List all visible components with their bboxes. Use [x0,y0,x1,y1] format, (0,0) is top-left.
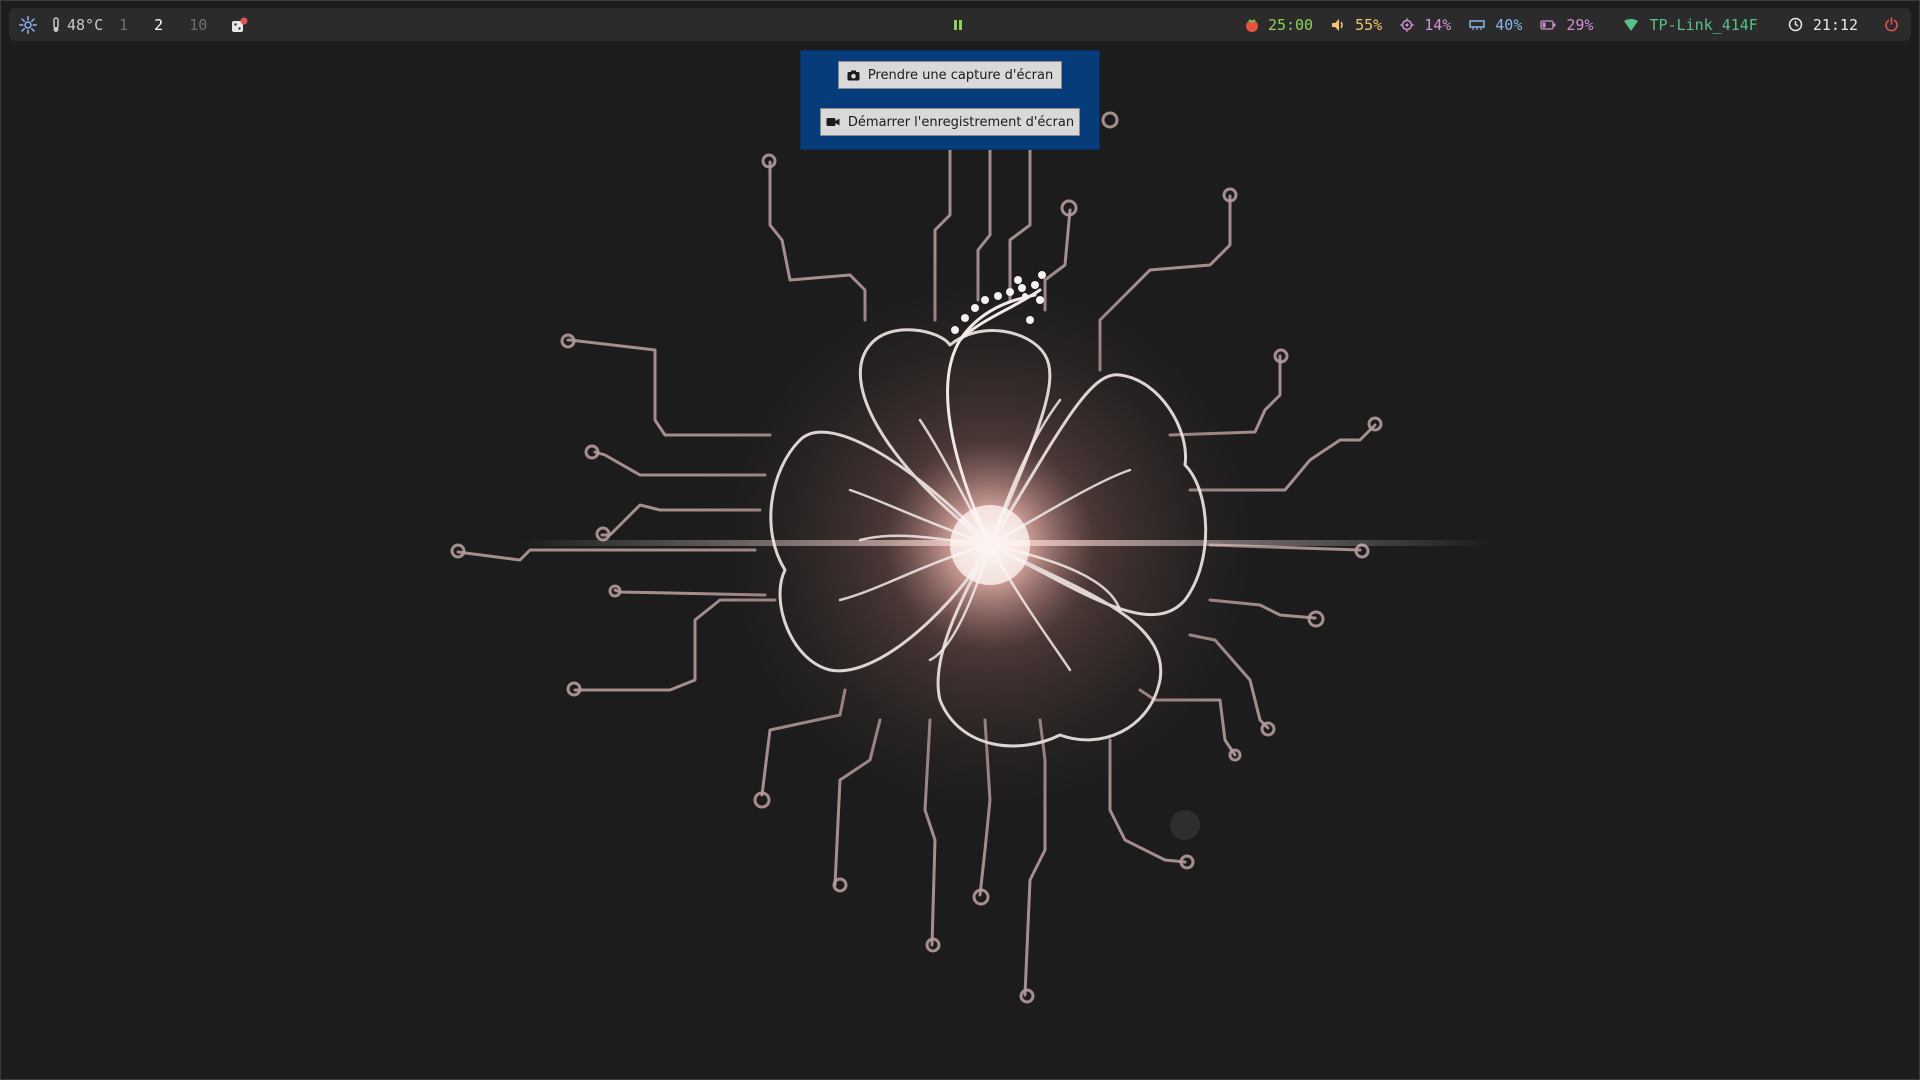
speaker-icon [1331,18,1345,32]
thermometer-icon [51,16,61,33]
dice-icon[interactable] [231,17,249,33]
gear-flower-icon[interactable] [19,15,37,34]
wifi-icon [1623,18,1639,32]
volume-value: 55% [1355,15,1383,34]
temperature-indicator: 48°C [51,16,103,34]
camera-icon [847,70,860,81]
start-recording-button[interactable]: Démarrer l'enregistrement d'écran [820,108,1080,136]
clock-icon [1788,17,1803,32]
battery-indicator: 29% [1540,16,1593,34]
cpu-icon [1400,17,1415,32]
bar-left: 48°C 1 2 10 [19,8,249,41]
battery-value: 29% [1566,15,1594,34]
cpu-indicator: 14% [1400,16,1451,34]
pomodoro-value: 25:00 [1267,15,1314,34]
take-screenshot-button[interactable]: Prendre une capture d'écran [838,61,1062,89]
power-icon[interactable] [1884,17,1899,32]
tomato-icon [1244,17,1260,33]
battery-icon [1540,19,1556,30]
video-camera-icon [826,117,840,127]
clock-value: 21:12 [1812,15,1858,34]
wifi-ssid: TP-Link_414F [1649,15,1758,34]
desktop-wallpaper [0,0,1920,1080]
clock[interactable]: 21:12 [1788,16,1858,34]
bar-right: 25:00 55% 14% 40% 29% TP-Link_414F 21:12 [1244,8,1899,41]
temperature-value: 48°C [67,15,104,34]
wifi-indicator[interactable]: TP-Link_414F [1623,15,1758,34]
take-screenshot-label: Prendre une capture d'écran [867,67,1054,83]
top-bar: 48°C 1 2 10 25:00 55% 14% 40% 29% TP-Lin… [9,8,1911,41]
memory-value: 40% [1495,15,1523,34]
screenshot-menu: Prendre une capture d'écran Démarrer l'e… [800,50,1100,150]
workspace-1[interactable]: 1 [117,16,130,34]
pause-icon[interactable] [953,19,963,31]
workspace-2[interactable]: 2 [152,16,165,34]
volume-indicator[interactable]: 55% [1331,16,1382,34]
memory-indicator: 40% [1469,16,1522,34]
memory-icon [1469,19,1486,31]
pomodoro-timer[interactable]: 25:00 [1244,16,1313,34]
cpu-value: 14% [1424,15,1452,34]
workspace-10[interactable]: 10 [187,16,209,34]
start-recording-label: Démarrer l'enregistrement d'écran [847,114,1075,130]
bar-center [953,8,963,41]
